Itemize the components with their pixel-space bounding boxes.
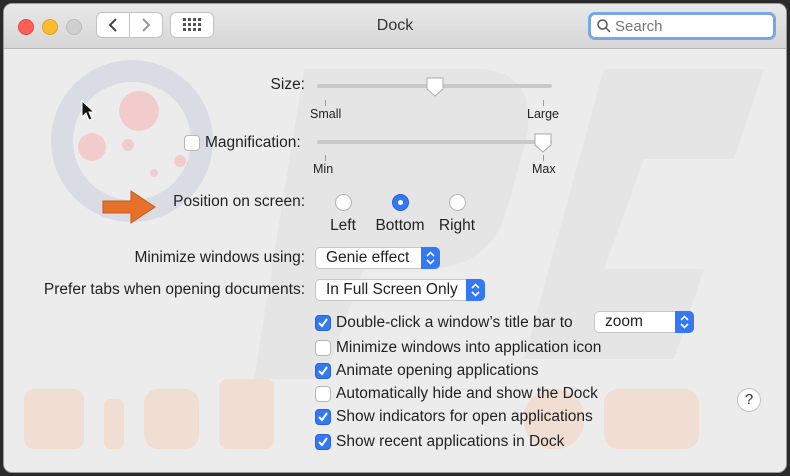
prefer-tabs-value: In Full Screen Only: [326, 281, 458, 298]
magnification-label: Magnification:: [205, 134, 301, 151]
size-max-label: Large: [527, 107, 559, 121]
minimize-effect-value: Genie effect: [326, 249, 410, 266]
magnification-tick-max: [543, 155, 544, 161]
checkmark-icon: [318, 437, 328, 447]
autohide-dock-label: Automatically hide and show the Dock: [336, 385, 598, 402]
magnification-slider-thumb[interactable]: [534, 133, 552, 153]
checkmark-icon: [318, 318, 328, 328]
position-option-right-label: Right: [438, 217, 476, 234]
size-label: Size:: [270, 76, 305, 93]
position-radio-bottom[interactable]: [392, 194, 409, 211]
prefer-tabs-label: Prefer tabs when opening documents:: [43, 281, 305, 298]
minimize-effect-popup[interactable]: Genie effect: [315, 247, 440, 269]
checkmark-icon: [318, 412, 328, 422]
double-click-action-value: zoom: [605, 313, 643, 330]
magnification-min-label: Min: [313, 162, 334, 176]
help-button[interactable]: ?: [737, 388, 761, 412]
autohide-dock-checkbox[interactable]: [315, 386, 331, 402]
show-indicators-label: Show indicators for open applications: [336, 408, 593, 425]
magnification-max-label: Max: [532, 162, 556, 176]
search-field[interactable]: [588, 12, 776, 40]
mouse-cursor-icon: [81, 100, 95, 121]
double-click-action-popup[interactable]: zoom: [594, 311, 694, 333]
animate-opening-checkbox[interactable]: [315, 363, 331, 379]
double-click-label: Double-click a window’s title bar to: [336, 314, 573, 331]
position-radio-left[interactable]: [335, 194, 352, 211]
popup-arrows-icon: [675, 311, 694, 333]
title-bar: Dock: [4, 4, 786, 49]
animate-opening-label: Animate opening applications: [336, 362, 539, 379]
size-tick-min: [325, 100, 326, 106]
magnification-slider-track[interactable]: [317, 140, 552, 144]
preferences-content: Size: Small Large Magnification: Min Max…: [4, 49, 786, 472]
size-tick-max: [543, 100, 544, 106]
popup-arrows-icon: [466, 279, 485, 301]
magnification-checkbox[interactable]: [184, 135, 200, 151]
double-click-checkbox[interactable]: [315, 315, 331, 331]
position-option-bottom-label: Bottom: [375, 217, 425, 234]
magnification-tick-min: [325, 155, 326, 161]
dock-preferences-window: Dock Search Size: Small Large Magnificat…: [4, 4, 786, 472]
minimize-into-icon-label: Minimize windows into application icon: [336, 339, 602, 356]
minimize-label: Minimize windows using:: [134, 249, 305, 266]
minimize-into-icon-checkbox[interactable]: [315, 340, 331, 356]
size-min-label: Small: [310, 107, 342, 121]
position-radio-right[interactable]: [449, 194, 466, 211]
popup-arrows-icon: [421, 247, 440, 269]
prefer-tabs-popup[interactable]: In Full Screen Only: [315, 279, 485, 301]
size-slider-thumb[interactable]: [426, 77, 444, 97]
checkmark-icon: [318, 366, 328, 376]
position-option-left-label: Left: [330, 217, 356, 234]
search-icon: [597, 19, 611, 33]
show-recent-apps-label: Show recent applications in Dock: [336, 433, 565, 450]
show-indicators-checkbox[interactable]: [315, 409, 331, 425]
search-input[interactable]: [611, 17, 765, 35]
show-recent-apps-checkbox[interactable]: [315, 434, 331, 450]
position-label: Position on screen:: [173, 193, 305, 210]
